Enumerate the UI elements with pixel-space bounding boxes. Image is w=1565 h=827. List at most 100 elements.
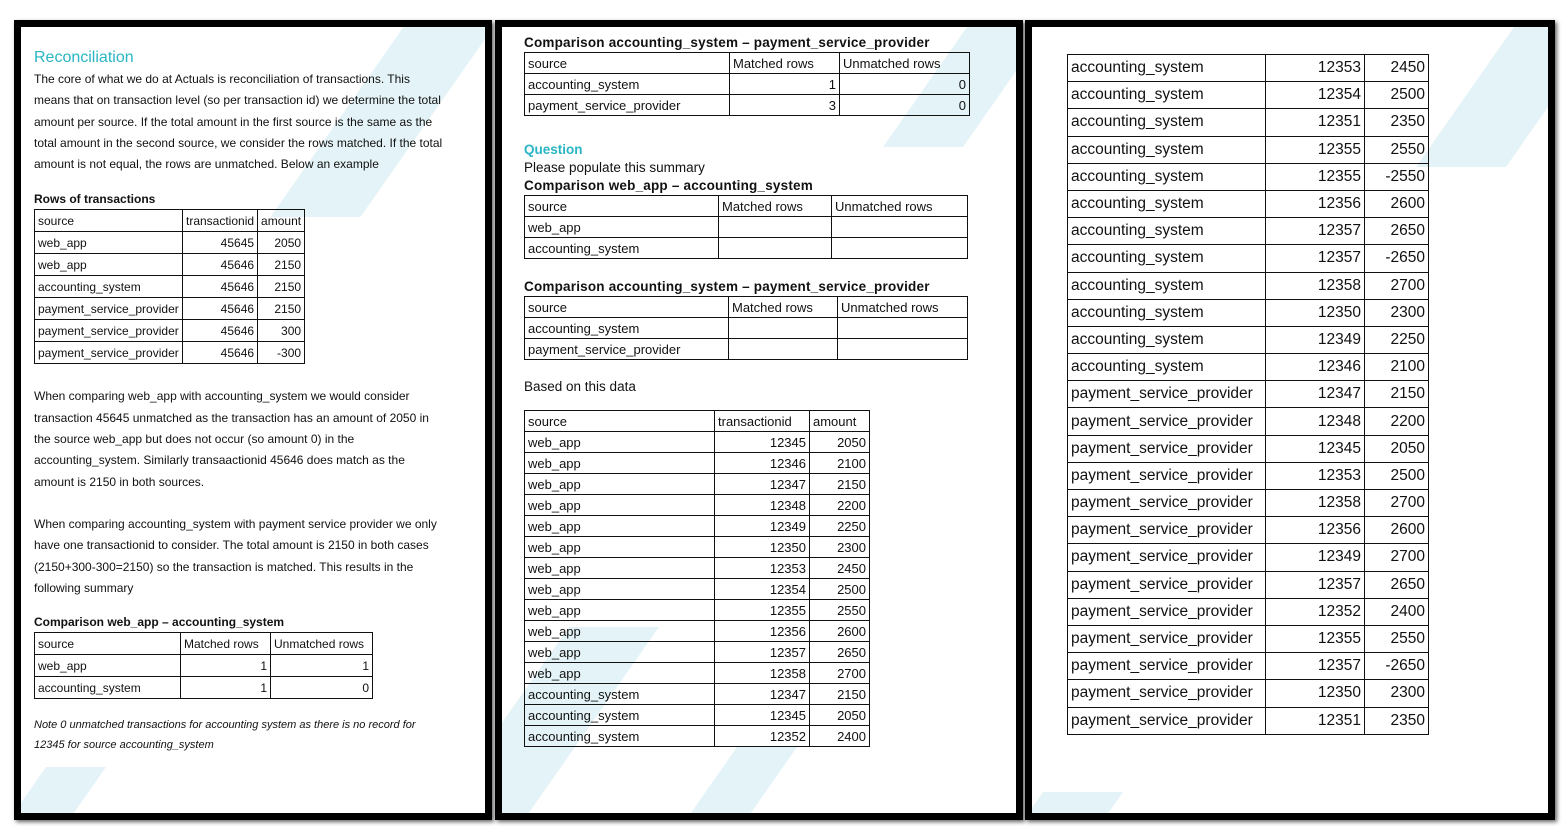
table-cell: 2700 — [1364, 271, 1429, 300]
paragraph-3: When comparing accounting_system with pa… — [34, 516, 437, 595]
table-cell: 2150 — [257, 253, 306, 277]
table-row: accounting_system — [524, 237, 968, 259]
table-cell — [831, 237, 968, 259]
page1-content: Reconciliation The core of what we do at… — [34, 49, 444, 755]
table-cell: 12354 — [714, 578, 810, 600]
table-cell: payment_service_provider — [34, 341, 183, 365]
table-cell — [837, 338, 968, 360]
table-cell: 12349 — [1265, 325, 1365, 355]
table-row: payment_service_provider 3 0 — [524, 94, 970, 116]
table-header-cell: source — [524, 296, 729, 318]
table-cell: 2050 — [1364, 434, 1429, 463]
note-text: Note 0 unmatched transactions for accoun… — [34, 719, 416, 752]
table-cell — [718, 216, 832, 238]
table-cell: 45646 — [181, 253, 259, 277]
table-row: web_app 12349 2250 — [524, 515, 870, 537]
table-header-cell: source — [524, 52, 730, 74]
table-row: payment_service_provider 12357 2650 — [1067, 570, 1429, 599]
table-cell: accounting_system — [1067, 108, 1266, 137]
document-page-2: Comparison accounting_system – payment_s… — [495, 20, 1023, 820]
table-header-row: source transactionid amount — [524, 410, 870, 432]
table-row: payment_service_provider 12351 2350 — [1067, 706, 1429, 735]
intro-paragraph: The core of what we do at Actuals is rec… — [34, 72, 443, 172]
table-cell: 2150 — [257, 297, 306, 321]
table-cell: 12345 — [714, 704, 810, 726]
table-row: payment_service_provider 12358 2700 — [1067, 488, 1429, 518]
table-cell: 2200 — [809, 494, 870, 516]
table-cell: 2050 — [809, 431, 870, 453]
table-cell: 2150 — [809, 473, 870, 495]
table-cell: 45646 — [181, 319, 259, 343]
table-cell: web_app — [524, 599, 715, 621]
table-cell: payment_service_provider — [1067, 461, 1266, 491]
table-cell: payment_service_provider — [1067, 652, 1266, 681]
table-header-cell: Unmatched rows — [831, 195, 968, 217]
table-row: web_app 12347 2150 — [524, 473, 870, 495]
table-cell: payment_service_provider — [1067, 434, 1266, 463]
table-cell: 12357 — [1265, 244, 1365, 273]
table-row: accounting_system 12353 2450 — [1067, 53, 1429, 83]
table-row: payment_service_provider — [524, 338, 968, 360]
table-header-cell: Matched rows — [729, 52, 840, 74]
document-page-3: accounting_system 12353 2450 accounting_sys… — [1025, 20, 1555, 820]
table-cell: 12348 — [714, 494, 810, 516]
table-cell: web_app — [524, 641, 715, 663]
table-cell: 2050 — [809, 704, 870, 726]
table-row: accounting_system 12355 -2550 — [1067, 162, 1429, 191]
table-row: accounting_system 12349 2250 — [1067, 325, 1429, 355]
table-row: payment_service_provider 12355 2550 — [1067, 624, 1429, 654]
table-header-cell: Unmatched rows — [270, 632, 373, 656]
table-row: payment_service_provider 12345 2050 — [1067, 434, 1429, 463]
table-cell — [718, 237, 832, 259]
table-cell: 2450 — [809, 557, 870, 579]
table-row: accounting_system 12356 2600 — [1067, 189, 1429, 219]
table-cell: payment_service_provider — [1067, 597, 1266, 626]
table-cell: 2600 — [809, 620, 870, 642]
table-header-row: source transactionid amount — [34, 209, 306, 233]
table-cell: 1 — [729, 73, 840, 95]
table-header-cell: transactionid — [181, 209, 259, 233]
table-header-cell: Unmatched rows — [839, 52, 970, 74]
table-cell: payment_service_provider — [34, 297, 183, 321]
table-row: web_app 12353 2450 — [524, 557, 870, 579]
table-cell: 2550 — [1364, 135, 1429, 164]
table-row: payment_service_provider 12356 2600 — [1067, 516, 1429, 545]
table-row: web_app 45646 2150 — [34, 253, 306, 277]
table-header-cell: amount — [809, 410, 870, 432]
table-cell: 2650 — [809, 641, 870, 663]
table-cell: payment_service_provider — [1067, 570, 1266, 599]
table-cell — [728, 317, 838, 339]
table-cell: 0 — [270, 676, 373, 700]
table-header-cell: source — [524, 195, 719, 217]
data-table: source transactionid amount web_app 12345 205… — [524, 410, 870, 747]
table-cell: 12356 — [1265, 189, 1365, 219]
table-row: accounting_system 12355 2550 — [1067, 135, 1429, 164]
table-cell: web_app — [524, 557, 715, 579]
table-cell: accounting_system — [524, 317, 729, 339]
question-text: Please populate this summary — [524, 160, 705, 175]
table-cell: 2150 — [809, 683, 870, 705]
table-header-cell: amount — [257, 209, 306, 233]
table-header-cell: Unmatched rows — [837, 296, 968, 318]
table-row: payment_service_provider 12349 2700 — [1067, 543, 1429, 572]
table-row: web_app 12354 2500 — [524, 578, 870, 600]
table-cell: 2100 — [809, 452, 870, 474]
table-cell: payment_service_provider — [1067, 516, 1266, 545]
table-cell: accounting_system — [1067, 53, 1266, 83]
table-cell: 12358 — [714, 662, 810, 684]
table-cell: 12349 — [1265, 543, 1365, 572]
table-cell: web_app — [524, 536, 715, 558]
table-cell: accounting_system — [1067, 217, 1266, 246]
table-header-row: source Matched rows Unmatched rows — [524, 52, 970, 74]
table-row: web_app 12358 2700 — [524, 662, 870, 684]
table-header-cell: Matched rows — [180, 632, 271, 656]
table-cell: accounting_system — [1067, 325, 1266, 355]
table-row: web_app 1 1 — [34, 654, 373, 678]
table-cell: web_app — [524, 662, 715, 684]
table-cell: 12357 — [1265, 652, 1365, 681]
table-row: payment_service_provider 12352 2400 — [1067, 597, 1429, 626]
table-row: web_app — [524, 216, 968, 238]
table-row: web_app 12350 2300 — [524, 536, 870, 558]
table-cell: payment_service_provider — [34, 319, 183, 343]
document-page-1: Reconciliation The core of what we do at… — [14, 20, 492, 820]
